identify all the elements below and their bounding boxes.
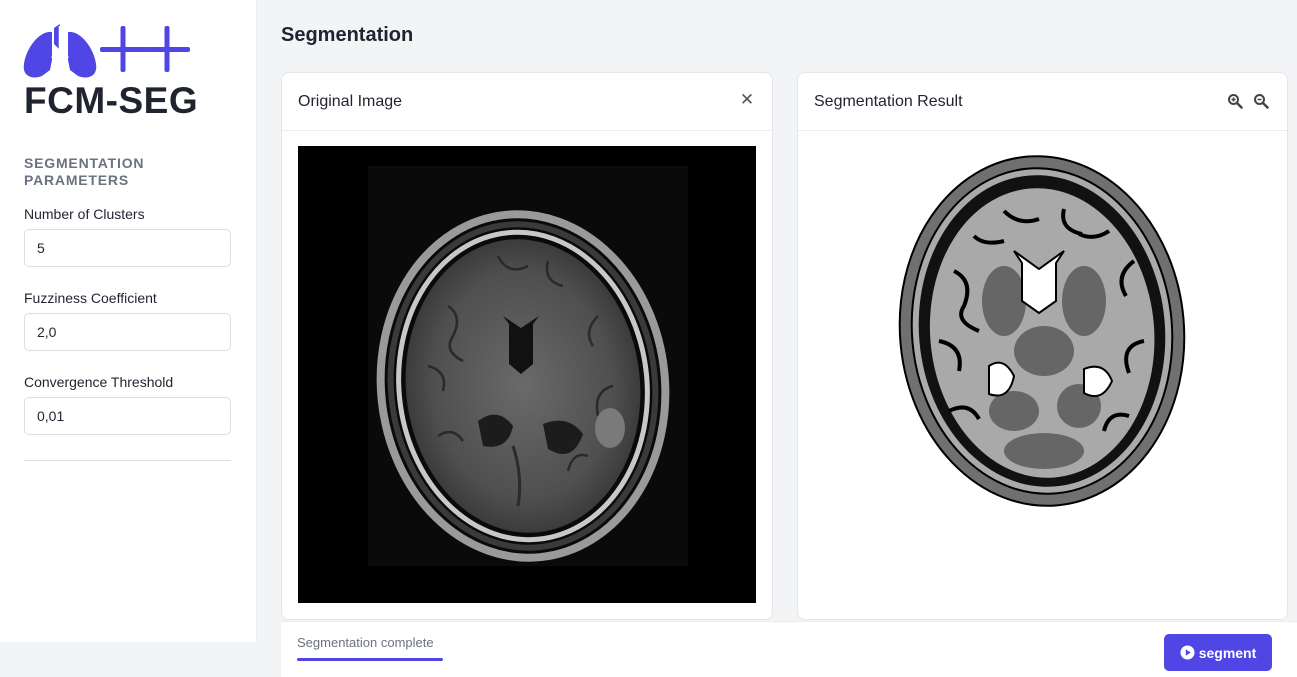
fuzziness-label: Fuzziness Coefficient [24, 290, 157, 306]
page-title: Segmentation [281, 24, 414, 46]
play-circle-icon [1180, 645, 1195, 660]
zoom-in-icon[interactable] [1227, 93, 1243, 109]
sidebar-divider [24, 460, 231, 461]
original-image-card: Original Image ✕ [281, 72, 773, 620]
clusters-label: Number of Clusters [24, 206, 145, 222]
fuzziness-input[interactable] [24, 313, 231, 351]
segmentation-result-card: Segmentation Result [797, 72, 1288, 620]
segment-button-label: segment [1198, 644, 1257, 661]
close-icon[interactable]: ✕ [738, 90, 756, 110]
segment-button[interactable]: segment [1164, 634, 1272, 671]
lungs-plus-plus-icon [23, 24, 190, 78]
threshold-input[interactable] [24, 397, 231, 435]
clusters-input[interactable] [24, 229, 231, 267]
sidebar: FCM-SEG SEGMENTATION PARAMETERS Number o… [0, 0, 257, 642]
threshold-label: Convergence Threshold [24, 374, 174, 390]
original-mri-image [298, 146, 756, 603]
segmentation-result-image [894, 151, 1190, 511]
zoom-out-icon[interactable] [1253, 93, 1269, 109]
status-text: Segmentation complete [297, 635, 434, 650]
segmentation-result-title: Segmentation Result [814, 93, 963, 110]
card-header: Segmentation Result [798, 73, 1287, 131]
status-bar: Segmentation complete segment [281, 621, 1297, 677]
app-logo-text: FCM-SEG [24, 80, 199, 121]
parameters-heading: SEGMENTATION PARAMETERS [24, 155, 145, 188]
status-progress-underline [297, 658, 443, 661]
card-header: Original Image ✕ [282, 73, 772, 131]
original-image-title: Original Image [298, 93, 403, 110]
